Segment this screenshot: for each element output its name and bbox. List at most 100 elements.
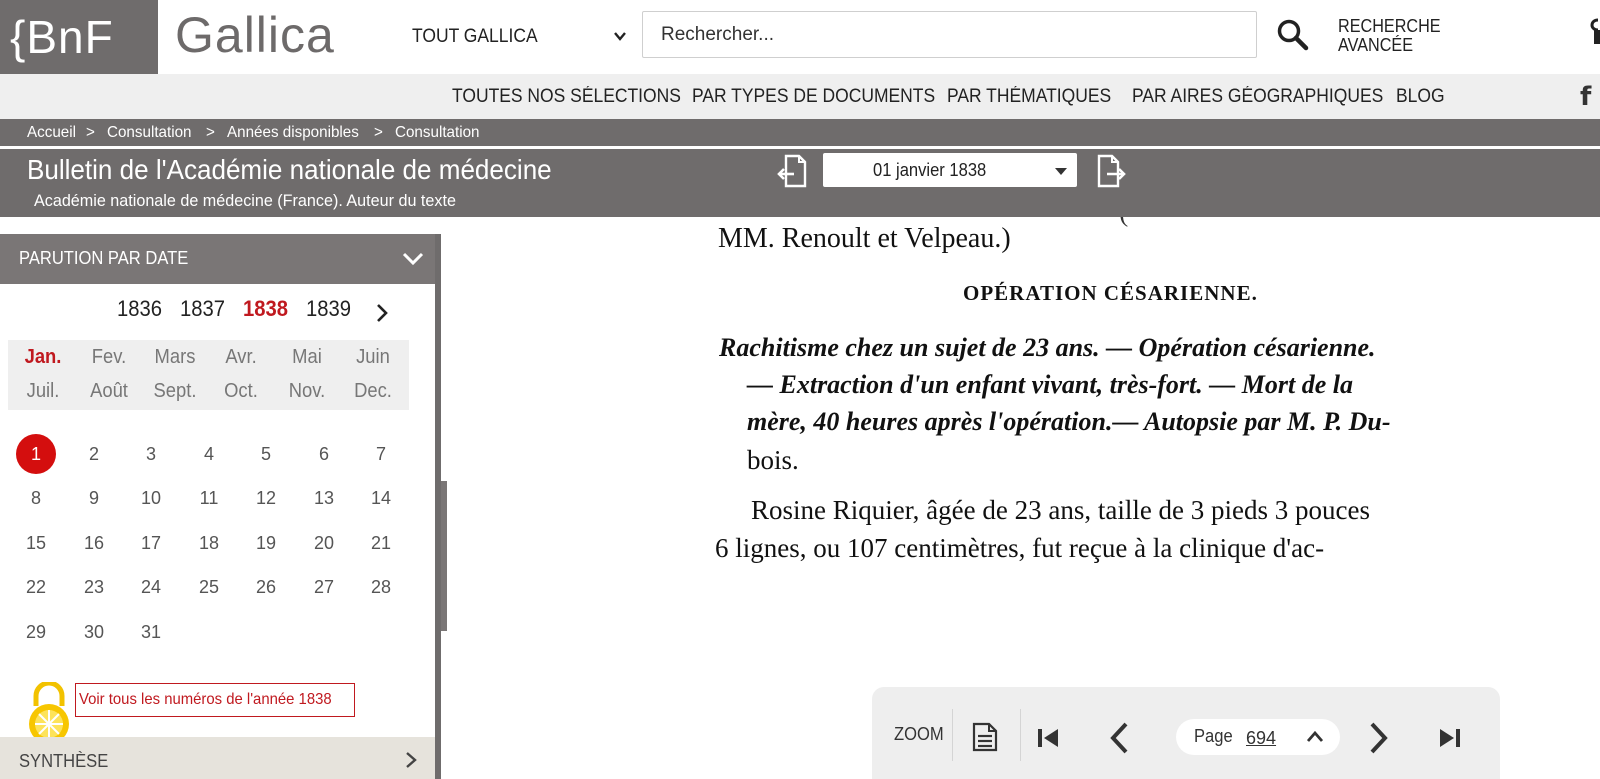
day-17[interactable]: 17 [131, 523, 171, 563]
next-page-icon[interactable] [1366, 721, 1390, 755]
day-8[interactable]: 8 [16, 478, 56, 518]
day-7[interactable]: 7 [361, 434, 401, 474]
basket-icon[interactable] [1586, 16, 1600, 46]
search-box [642, 11, 1257, 58]
nav-item-blog[interactable]: BLOG [1396, 86, 1445, 108]
day-2[interactable]: 2 [74, 434, 114, 474]
month-mar[interactable]: Mars [145, 346, 206, 369]
search-scope-select[interactable]: TOUT GALLICA [412, 26, 538, 48]
day-20[interactable]: 20 [304, 523, 344, 563]
day-1[interactable]: 1 [16, 434, 56, 474]
nav-item-thematiques[interactable]: PAR THÉMATIQUES [947, 86, 1111, 108]
month-apr[interactable]: Avr. [211, 346, 272, 369]
month-may[interactable]: Mai [277, 346, 338, 369]
toolbar-divider [1020, 709, 1021, 761]
day-15[interactable]: 15 [16, 523, 56, 563]
page-number-input[interactable] [1246, 725, 1296, 751]
year-1838[interactable]: 1838 [243, 296, 288, 322]
day-11[interactable]: 11 [189, 478, 229, 518]
advanced-search-line1: RECHERCHE [1338, 16, 1441, 36]
bnf-logo[interactable]: {BnF [0, 0, 158, 74]
previous-page-icon[interactable] [1108, 721, 1132, 755]
document-author[interactable]: Académie nationale de médecine (France).… [34, 191, 456, 211]
breadcrumb-consultation[interactable]: Consultation [107, 124, 192, 142]
advanced-search-line2: AVANCÉE [1338, 35, 1414, 55]
chevron-down-icon[interactable] [402, 250, 424, 268]
month-jan[interactable]: Jan. [13, 346, 74, 369]
breadcrumb-accueil[interactable]: Accueil [27, 124, 76, 142]
day-22[interactable]: 22 [16, 567, 56, 607]
day-27[interactable]: 27 [304, 567, 344, 607]
facebook-icon[interactable]: f [1580, 82, 1591, 112]
day-31[interactable]: 31 [131, 612, 171, 652]
year-1836[interactable]: 1836 [117, 296, 162, 322]
nav-item-aires[interactable]: PAR AIRES GÉOGRAPHIQUES [1132, 86, 1383, 108]
previous-issue-icon[interactable] [777, 154, 807, 188]
zoom-button[interactable]: ZOOM [894, 724, 944, 745]
panel-header[interactable]: PARUTION PAR DATE [0, 234, 435, 284]
day-21[interactable]: 21 [361, 523, 401, 563]
chevron-down-icon[interactable] [612, 28, 628, 44]
main-nav: TOUTES NOS SÉLECTIONS PAR TYPES DE DOCUM… [0, 74, 1600, 119]
day-5[interactable]: 5 [246, 434, 286, 474]
day-24[interactable]: 24 [131, 567, 171, 607]
year-1839[interactable]: 1839 [306, 296, 351, 322]
month-sep[interactable]: Sept. [145, 380, 206, 403]
day-19[interactable]: 19 [246, 523, 286, 563]
day-23[interactable]: 23 [74, 567, 114, 607]
issue-date-value: 01 janvier 1838 [873, 160, 987, 180]
caret-down-icon [1055, 168, 1067, 175]
scan-line: Rachitisme chez un sujet de 23 ans. — Op… [719, 333, 1376, 362]
document-title-bar: Bulletin de l'Académie nationale de méde… [0, 149, 1600, 217]
day-25[interactable]: 25 [189, 567, 229, 607]
top-header: {BnF Gallica TOUT GALLICA RECHERCHE AVAN… [0, 0, 1600, 74]
chevron-right-icon[interactable] [374, 302, 390, 324]
day-26[interactable]: 26 [246, 567, 286, 607]
next-issue-icon[interactable] [1097, 154, 1127, 188]
day-30[interactable]: 30 [74, 612, 114, 652]
day-12[interactable]: 12 [246, 478, 286, 518]
all-issues-label: Voir tous les numéros de l'année 1838 [79, 691, 332, 708]
nav-item-selections[interactable]: TOUTES NOS SÉLECTIONS [452, 86, 681, 108]
advanced-search-link[interactable]: RECHERCHE AVANCÉE [1338, 17, 1441, 55]
day-28[interactable]: 28 [361, 567, 401, 607]
panel-heading: PARUTION PAR DATE [19, 248, 189, 268]
month-aug[interactable]: Août [79, 380, 140, 403]
scan-line: mère, 40 heures après l'opération.— Auto… [747, 407, 1391, 436]
breadcrumb-separator: > [374, 124, 383, 141]
day-10[interactable]: 10 [131, 478, 171, 518]
breadcrumb-current: Consultation [395, 124, 480, 141]
document-mode-icon[interactable] [972, 722, 998, 752]
day-13[interactable]: 13 [304, 478, 344, 518]
month-feb[interactable]: Fev. [79, 346, 140, 369]
day-16[interactable]: 16 [74, 523, 114, 563]
issue-date-select[interactable]: 01 janvier 1838 [823, 153, 1077, 187]
day-3[interactable]: 3 [131, 434, 171, 474]
day-9[interactable]: 9 [74, 478, 114, 518]
day-6[interactable]: 6 [304, 434, 344, 474]
all-issues-link[interactable]: Voir tous les numéros de l'année 1838 [75, 683, 355, 717]
last-page-icon[interactable] [1436, 727, 1462, 749]
first-page-icon[interactable] [1036, 727, 1062, 749]
breadcrumb-annees[interactable]: Années disponibles [227, 124, 359, 142]
month-oct[interactable]: Oct. [211, 380, 272, 403]
year-1837[interactable]: 1837 [180, 296, 225, 322]
search-icon[interactable] [1276, 18, 1310, 52]
search-input[interactable] [643, 12, 1256, 57]
nav-item-types[interactable]: PAR TYPES DE DOCUMENTS [692, 86, 935, 108]
synthese-heading: SYNTHÈSE [19, 751, 109, 771]
breadcrumb-separator: > [86, 124, 95, 141]
month-jul[interactable]: Juil. [13, 380, 74, 403]
day-14[interactable]: 14 [361, 478, 401, 518]
day-29[interactable]: 29 [16, 612, 56, 652]
month-dec[interactable]: Dec. [343, 380, 404, 403]
month-jun[interactable]: Juin [343, 346, 404, 369]
synthese-section-header[interactable]: SYNTHÈSE [0, 737, 435, 779]
document-title: Bulletin de l'Académie nationale de méde… [27, 154, 552, 185]
chevron-up-icon[interactable] [1306, 730, 1324, 744]
gallica-logo[interactable]: Gallica [175, 6, 335, 64]
month-nov[interactable]: Nov. [277, 380, 338, 403]
day-4[interactable]: 4 [189, 434, 229, 474]
day-18[interactable]: 18 [189, 523, 229, 563]
chevron-right-icon[interactable] [404, 751, 418, 769]
